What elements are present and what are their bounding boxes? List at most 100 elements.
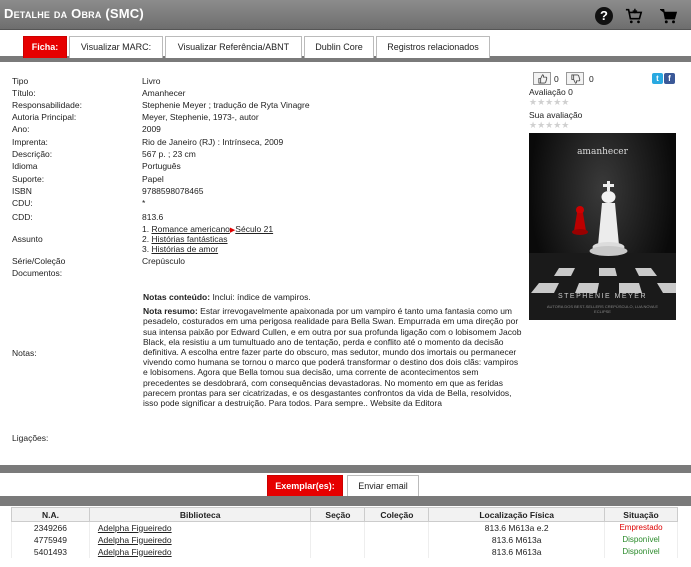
value-cdd: 813.6 [142,212,164,222]
assunto-line-2: 2. Histórias fantásticas [142,234,228,244]
add-to-cart-icon[interactable] [625,7,643,25]
cell-na: 5401493 [11,545,90,558]
avaliacao-label: Avaliação 0 [529,87,573,97]
nota-resumo-label: Nota resumo: [143,306,198,317]
cell-situacao: Emprestado [604,521,678,534]
nota-conteudo-text: Inclui: índice de vampiros. [212,292,311,302]
tab-marc[interactable]: Visualizar MARC: [69,36,163,58]
label-serie: Série/Coleção [12,256,66,266]
label-imprenta: Imprenta: [12,137,48,147]
cell-colecao [364,521,430,534]
dislike-count: 0 [589,74,594,84]
enviar-email-button[interactable]: Enviar email [347,475,419,497]
label-tipo: Tipo [12,76,29,86]
label-assunto: Assunto [12,234,43,244]
col-localizacao: Localização Física [428,507,606,522]
sua-avaliacao-label: Sua avaliação [529,110,583,120]
value-tipo: Livro [142,76,161,86]
exemplares-bar [0,496,691,506]
cell-na: 4775949 [11,533,90,546]
table-row: 5401493 Adelpha Figueiredo 813.6 M613a D… [11,545,678,558]
assunto-num-2: 2. [142,234,150,244]
label-titulo: Título: [12,88,36,98]
thumbs-up-icon [538,74,548,84]
label-cdd: CDD: [12,212,33,222]
tab-dublin-core[interactable]: Dublin Core [304,36,374,58]
assunto-link-romance[interactable]: Romance americano [151,224,229,234]
col-na: N.A. [11,507,90,522]
value-isbn: 9788598078465 [142,186,204,196]
cell-colecao [364,533,430,546]
cell-localizacao: 813.6 M613a [428,533,606,546]
col-biblioteca: Biblioteca [88,507,312,522]
value-titulo: Amanhecer [142,88,186,98]
cell-situacao: Disponível [604,545,678,558]
col-secao: Seção [310,507,366,522]
assunto-link-fantasticas[interactable]: Histórias fantásticas [151,234,227,244]
like-count: 0 [554,74,559,84]
cover-author: STEPHENIE MEYER [557,293,647,300]
tab-registros[interactable]: Registros relacionados [376,36,490,58]
cell-biblioteca: Adelpha Figueiredo [88,521,312,534]
tab-exemplares[interactable]: Exemplar(es): [267,475,343,497]
label-descricao: Descrição: [12,149,53,159]
thumbs-down-icon [571,74,581,84]
label-autoria: Autoria Principal: [12,112,77,122]
page-header: Detalhe da Obra (SMC) ? [0,0,691,30]
assunto-num-3: 3. [142,244,150,254]
col-situacao: Situação [604,507,678,522]
assunto-link-amor[interactable]: Histórias de amor [151,244,218,254]
tab-abnt[interactable]: Visualizar Referência/ABNT [165,36,302,58]
facebook-icon[interactable]: f [664,73,675,84]
value-serie: Crepúsculo [142,256,185,266]
cell-biblioteca: Adelpha Figueiredo [88,533,312,546]
value-idioma: Português [142,161,181,171]
dislike-button[interactable] [566,72,584,85]
value-ano: 2009 [142,124,161,134]
page-title: Detalhe da Obra (SMC) [4,6,144,21]
assunto-line-1: 1. Romance americano▶Século 21 [142,224,273,234]
label-cdu: CDU: [12,198,33,208]
value-imprenta: Rio de Janeiro (RJ) : Intrínseca, 2009 [142,137,284,147]
value-suporte: Papel [142,174,164,184]
cell-situacao: Disponível [604,533,678,546]
value-responsabilidade: Stephenie Meyer ; tradução de Ryta Vinag… [142,100,310,110]
label-ano: Ano: [12,124,30,134]
cell-na: 2349266 [11,521,90,534]
nota-resumo-text: Estar irrevogavelmente apaixonada por um… [143,306,522,408]
help-icon[interactable]: ? [595,7,613,25]
label-responsabilidade: Responsabilidade: [12,100,82,110]
nota-resumo: Nota resumo: Estar irrevogavelmente apai… [143,306,525,408]
value-descricao: 567 p. ; 23 cm [142,149,196,159]
label-notas: Notas: [12,348,37,358]
red-pawn-piece [572,206,588,235]
biblioteca-link[interactable]: Adelpha Figueiredo [98,535,172,545]
value-cdu: * [142,198,146,208]
label-suporte: Suporte: [12,174,45,184]
biblioteca-link[interactable]: Adelpha Figueiredo [98,547,172,557]
tab-ficha[interactable]: Ficha: [23,36,67,58]
book-cover: amanhecer STEPHENIE MEYER AUTORA DOS BES… [529,133,676,320]
user-rating-stars[interactable]: ★★★★★ [529,120,569,131]
twitter-icon[interactable]: t [652,73,663,84]
notes-content: Notas conteúdo: Inclui: índice de vampir… [143,292,525,408]
table-row: 4775949 Adelpha Figueiredo 813.6 M613a D… [11,533,678,546]
label-isbn: ISBN [12,186,32,196]
cell-localizacao: 813.6 M613a e.2 [428,521,606,534]
value-autoria: Meyer, Stephenie, 1973-, autor [142,112,259,122]
white-king-piece [589,181,628,256]
biblioteca-link[interactable]: Adelpha Figueiredo [98,523,172,533]
assunto-num-1: 1. [142,224,150,234]
cell-secao [310,533,366,546]
rating-stars: ★★★★★ [529,97,570,107]
cart-icon[interactable] [660,7,678,25]
chess-board-illustration [529,181,676,320]
tab-bar: Ficha: Visualizar MARC: Visualizar Refer… [0,30,691,62]
nota-conteudo-label: Notas conteúdo: [143,292,211,302]
label-idioma: Idioma [12,161,38,171]
section-divider [0,465,691,473]
like-button[interactable] [533,72,551,85]
nota-conteudo: Notas conteúdo: Inclui: índice de vampir… [143,292,525,302]
assunto-link-seculo[interactable]: Século 21 [235,224,273,234]
exemplares-table: N.A. Biblioteca Seção Coleção Localizaçã… [11,507,678,558]
